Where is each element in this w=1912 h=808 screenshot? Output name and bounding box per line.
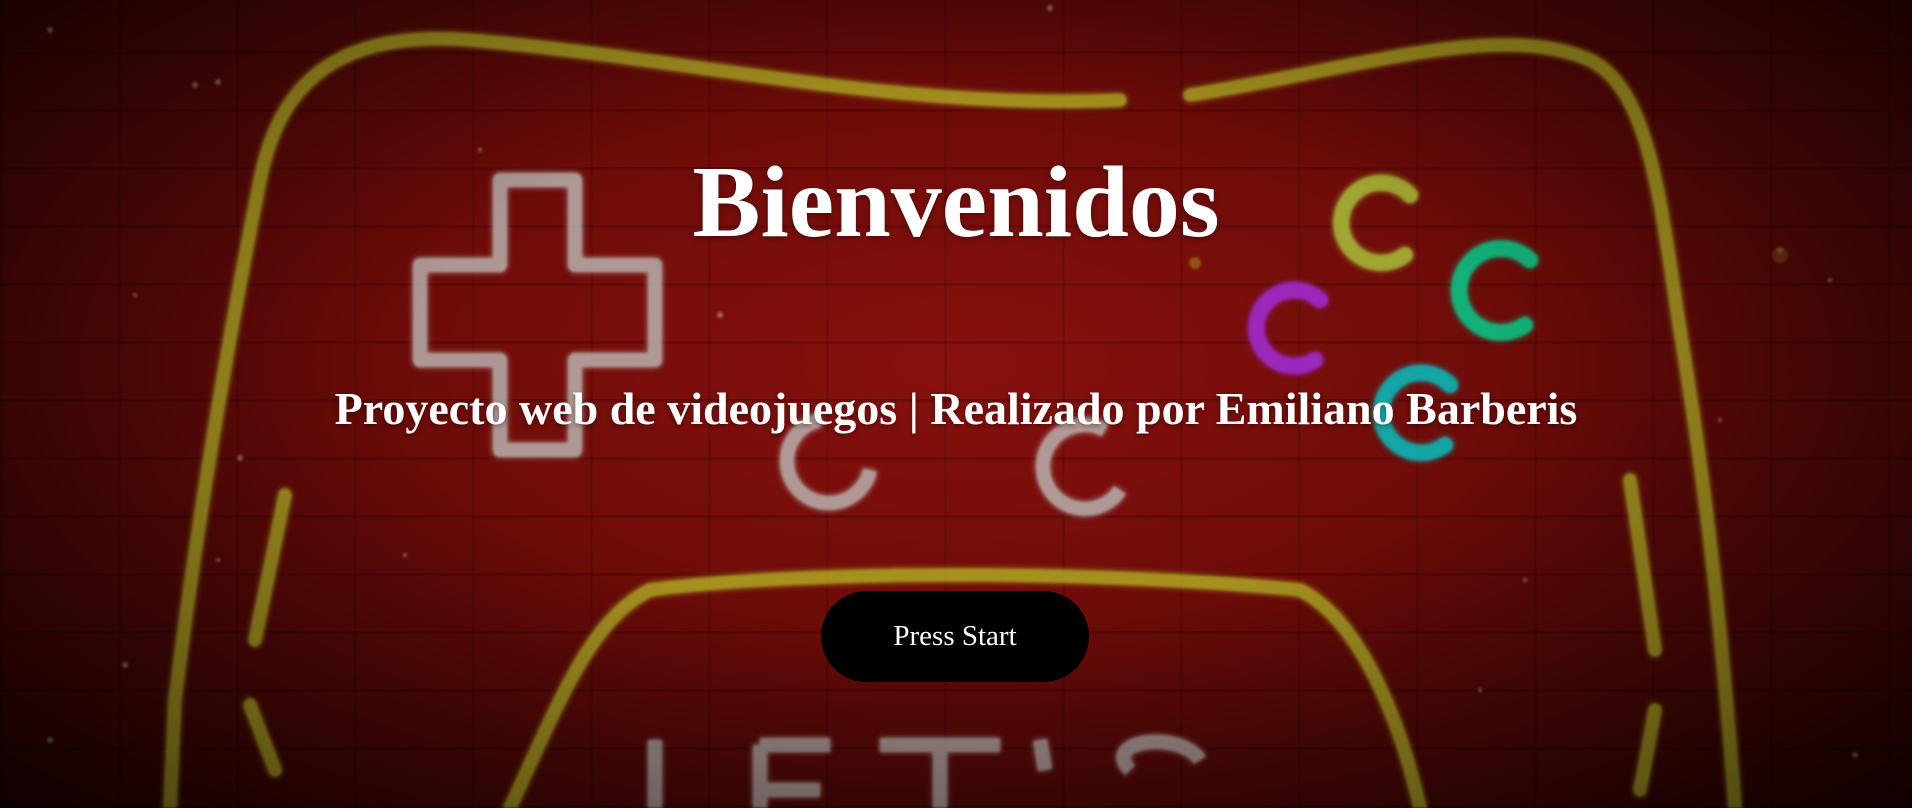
hero-section: Bienvenidos Proyecto web de videojuegos …: [0, 0, 1912, 808]
page-title: Bienvenidos: [692, 146, 1220, 259]
press-start-button[interactable]: Press Start: [821, 591, 1089, 682]
page-subtitle: Proyecto web de videojuegos | Realizado …: [334, 383, 1578, 434]
hero-content: Bienvenidos Proyecto web de videojuegos …: [0, 0, 1912, 808]
